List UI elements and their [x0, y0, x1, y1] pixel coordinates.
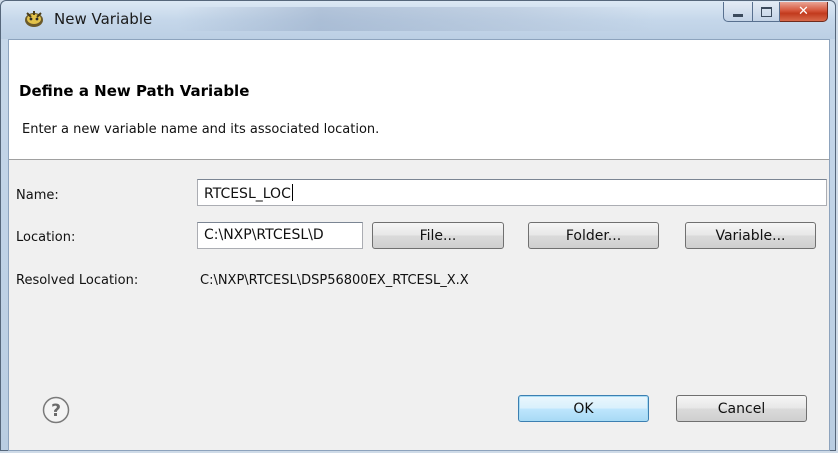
minimize-button[interactable]	[723, 2, 752, 22]
window-title: New Variable	[54, 10, 153, 28]
help-icon[interactable]: ?	[42, 396, 70, 424]
new-variable-dialog: New Variable ✕ Define a New Path Variabl…	[0, 0, 836, 451]
close-button[interactable]: ✕	[780, 2, 828, 22]
app-icon	[25, 11, 43, 27]
location-label: Location:	[16, 230, 76, 245]
dialog-heading: Define a New Path Variable	[19, 82, 250, 100]
dialog-header: Define a New Path Variable Enter a new v…	[9, 40, 829, 160]
ok-button[interactable]: OK	[518, 395, 649, 422]
variable-button[interactable]: Variable...	[685, 222, 816, 249]
dialog-description: Enter a new variable name and its associ…	[22, 122, 380, 137]
maximize-icon	[760, 6, 772, 17]
title-bar-background	[176, 7, 656, 31]
text-cursor	[291, 184, 293, 201]
folder-button[interactable]: Folder...	[528, 222, 659, 249]
dialog-content: Define a New Path Variable Enter a new v…	[8, 39, 830, 451]
close-icon: ✕	[798, 4, 809, 19]
location-field-value: C:\NXP\RTCESL\D	[204, 227, 324, 243]
title-bar[interactable]: New Variable ✕	[1, 1, 835, 39]
minimize-icon	[733, 13, 743, 17]
name-label: Name:	[16, 188, 59, 203]
name-field-value: RTCESL_LOC	[204, 186, 291, 202]
resolved-location-label: Resolved Location:	[16, 273, 139, 288]
maximize-button[interactable]	[752, 2, 780, 22]
resolved-location-value: C:\NXP\RTCESL\DSP56800EX_RTCESL_X.X	[200, 273, 469, 288]
cancel-button[interactable]: Cancel	[676, 395, 807, 422]
caption-buttons: ✕	[723, 2, 828, 22]
svg-text:?: ?	[51, 401, 61, 421]
file-button[interactable]: File...	[372, 222, 504, 249]
location-field[interactable]: C:\NXP\RTCESL\D	[197, 222, 363, 249]
name-field[interactable]: RTCESL_LOC	[197, 179, 827, 206]
